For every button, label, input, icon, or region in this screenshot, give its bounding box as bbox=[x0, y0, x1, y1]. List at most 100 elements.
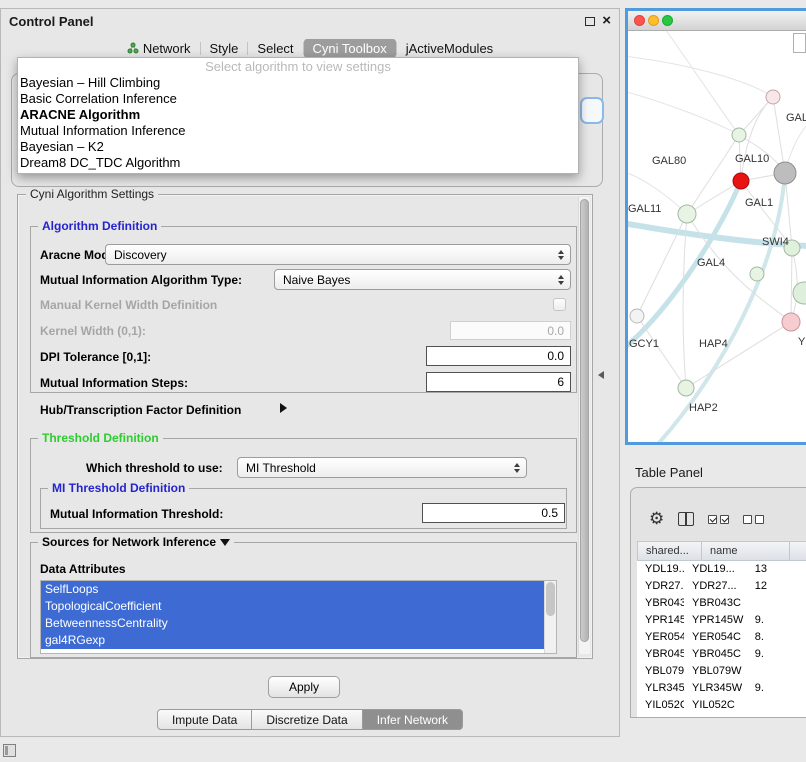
cell[interactable]: YBR045C bbox=[684, 646, 747, 663]
cell[interactable]: YBL079W bbox=[684, 663, 747, 680]
which-threshold-select[interactable]: MI Threshold bbox=[237, 457, 527, 478]
tab-select[interactable]: Select bbox=[248, 39, 302, 58]
tab-impute-data[interactable]: Impute Data bbox=[157, 709, 252, 730]
mi-type-select[interactable]: Naive Bayes bbox=[274, 269, 571, 290]
node-label: HAP2 bbox=[689, 402, 718, 414]
table-row[interactable]: YIL052CYIL052C bbox=[637, 697, 806, 714]
cell[interactable]: YPR145W bbox=[637, 612, 684, 629]
cell[interactable]: YDL19... bbox=[637, 561, 684, 578]
kernel-width-field[interactable]: 0.0 bbox=[450, 321, 571, 340]
list-item-selected[interactable]: gal4RGexp bbox=[41, 632, 544, 649]
cell[interactable]: YER054C bbox=[684, 629, 747, 646]
minimize-traffic-light-icon[interactable] bbox=[648, 15, 659, 26]
table-row[interactable]: YBL079WYBL079W bbox=[637, 663, 806, 680]
mi-threshold-field[interactable]: 0.5 bbox=[422, 503, 565, 523]
network-node-gal10[interactable] bbox=[733, 173, 749, 189]
cell[interactable]: 9. bbox=[747, 680, 806, 697]
mi-steps-field[interactable]: 6 bbox=[426, 372, 571, 392]
tab-discretize-data[interactable]: Discretize Data bbox=[252, 709, 362, 730]
cell[interactable]: YBR043C bbox=[684, 595, 747, 612]
network-node[interactable] bbox=[774, 162, 796, 184]
cell[interactable] bbox=[747, 663, 806, 680]
table-row[interactable]: YDR27...YDR27...12 bbox=[637, 578, 806, 595]
dropdown-item[interactable]: Bayesian – Hill Climbing bbox=[18, 75, 578, 91]
cell[interactable] bbox=[747, 697, 806, 714]
close-traffic-light-icon[interactable] bbox=[634, 15, 645, 26]
cell[interactable]: YBL079W bbox=[637, 663, 684, 680]
cell[interactable]: 8. bbox=[747, 629, 806, 646]
table-row[interactable]: YER054CYER054C8. bbox=[637, 629, 806, 646]
cell[interactable]: YIL052C bbox=[684, 697, 747, 714]
tab-network[interactable]: Network bbox=[118, 39, 200, 58]
combo-arrows-icon bbox=[558, 250, 564, 260]
network-node[interactable] bbox=[630, 309, 644, 323]
scrollbar-thumb[interactable] bbox=[546, 582, 555, 616]
cell[interactable]: 12 bbox=[747, 578, 806, 595]
scrollbar-thumb[interactable] bbox=[580, 199, 589, 642]
table-panel-window: ⚙ shared... name YDL19...YDL19...13 YDR2… bbox=[630, 487, 806, 718]
cell[interactable]: YBR045C bbox=[637, 646, 684, 663]
cell[interactable]: 9. bbox=[747, 646, 806, 663]
list-scrollbar[interactable] bbox=[544, 581, 556, 653]
network-node[interactable] bbox=[732, 128, 746, 142]
list-item-selected[interactable]: BetweennessCentrality bbox=[41, 615, 544, 632]
table-row[interactable]: YLR345WYLR345W9. bbox=[637, 680, 806, 697]
algorithm-combo-fragment bbox=[580, 97, 604, 124]
cell[interactable]: YDL19... bbox=[684, 561, 747, 578]
gear-icon[interactable]: ⚙ bbox=[649, 510, 664, 528]
manual-kernel-checkbox[interactable] bbox=[553, 298, 566, 311]
panel-dock-icon[interactable] bbox=[3, 744, 16, 757]
network-canvas[interactable]: GAL GAL80 GAL10 GAL11 GAL1 SWI4 GAL4 GCY… bbox=[628, 31, 806, 442]
aracne-mode-select[interactable]: Discovery bbox=[105, 244, 571, 265]
dropdown-item[interactable]: Basic Correlation Inference bbox=[18, 91, 578, 107]
dropdown-item-selected[interactable]: ARACNE Algorithm bbox=[18, 107, 578, 123]
cell[interactable]: YLR345W bbox=[637, 680, 684, 697]
expand-arrow-icon[interactable] bbox=[280, 403, 287, 413]
cell[interactable]: YPR145W bbox=[684, 612, 747, 629]
network-node-hap2[interactable] bbox=[678, 380, 694, 396]
columns-icon[interactable] bbox=[678, 512, 694, 526]
column-header-shared-name[interactable]: shared... bbox=[637, 541, 702, 561]
float-window-icon[interactable] bbox=[585, 17, 595, 26]
cell[interactable]: 13 bbox=[747, 561, 806, 578]
data-attributes-list[interactable]: SelfLoops TopologicalCoefficient Between… bbox=[40, 580, 557, 654]
tab-cyni-toolbox[interactable]: Cyni Toolbox bbox=[304, 39, 396, 58]
cell[interactable]: YDR27... bbox=[684, 578, 747, 595]
cell[interactable] bbox=[747, 595, 806, 612]
dropdown-item[interactable]: Mutual Information Inference bbox=[18, 123, 578, 139]
settings-scrollbar[interactable] bbox=[578, 197, 590, 654]
list-item-selected[interactable]: TopologicalCoefficient bbox=[41, 598, 544, 615]
close-icon[interactable]: × bbox=[602, 14, 611, 28]
splitpane-collapse-icon[interactable] bbox=[598, 371, 604, 379]
table-row[interactable]: YBR045CYBR045C9. bbox=[637, 646, 806, 663]
cell[interactable]: YBR043C bbox=[637, 595, 684, 612]
tab-style[interactable]: Style bbox=[201, 39, 248, 58]
sources-title[interactable]: Sources for Network Inference bbox=[38, 535, 234, 549]
apply-button[interactable]: Apply bbox=[268, 676, 340, 698]
cell[interactable]: YER054C bbox=[637, 629, 684, 646]
zoom-traffic-light-icon[interactable] bbox=[662, 15, 673, 26]
network-node[interactable] bbox=[766, 90, 780, 104]
cell[interactable]: YLR345W bbox=[684, 680, 747, 697]
network-node[interactable] bbox=[750, 267, 764, 281]
dropdown-placeholder[interactable]: Select algorithm to view settings bbox=[18, 58, 578, 75]
column-header[interactable] bbox=[790, 541, 806, 561]
select-all-checks-icon[interactable] bbox=[708, 515, 729, 524]
cell[interactable]: YDR27... bbox=[637, 578, 684, 595]
network-node[interactable] bbox=[678, 205, 696, 223]
cell[interactable]: YIL052C bbox=[637, 697, 684, 714]
network-node[interactable] bbox=[782, 313, 800, 331]
dpi-tolerance-field[interactable]: 0.0 bbox=[426, 346, 571, 366]
network-node[interactable] bbox=[793, 282, 806, 304]
cell[interactable]: 9. bbox=[747, 612, 806, 629]
column-header-name[interactable]: name bbox=[702, 541, 790, 561]
dropdown-item[interactable]: Bayesian – K2 bbox=[18, 139, 578, 155]
table-row[interactable]: YDL19...YDL19...13 bbox=[637, 561, 806, 578]
table-row[interactable]: YBR043CYBR043C bbox=[637, 595, 806, 612]
tab-jactivemodules[interactable]: jActiveModules bbox=[397, 39, 502, 58]
list-item-selected[interactable]: SelfLoops bbox=[41, 581, 544, 598]
tab-infer-network[interactable]: Infer Network bbox=[363, 709, 463, 730]
table-row[interactable]: YPR145WYPR145W9. bbox=[637, 612, 806, 629]
dropdown-item[interactable]: Dream8 DC_TDC Algorithm bbox=[18, 155, 578, 171]
unselect-all-checks-icon[interactable] bbox=[743, 515, 764, 524]
